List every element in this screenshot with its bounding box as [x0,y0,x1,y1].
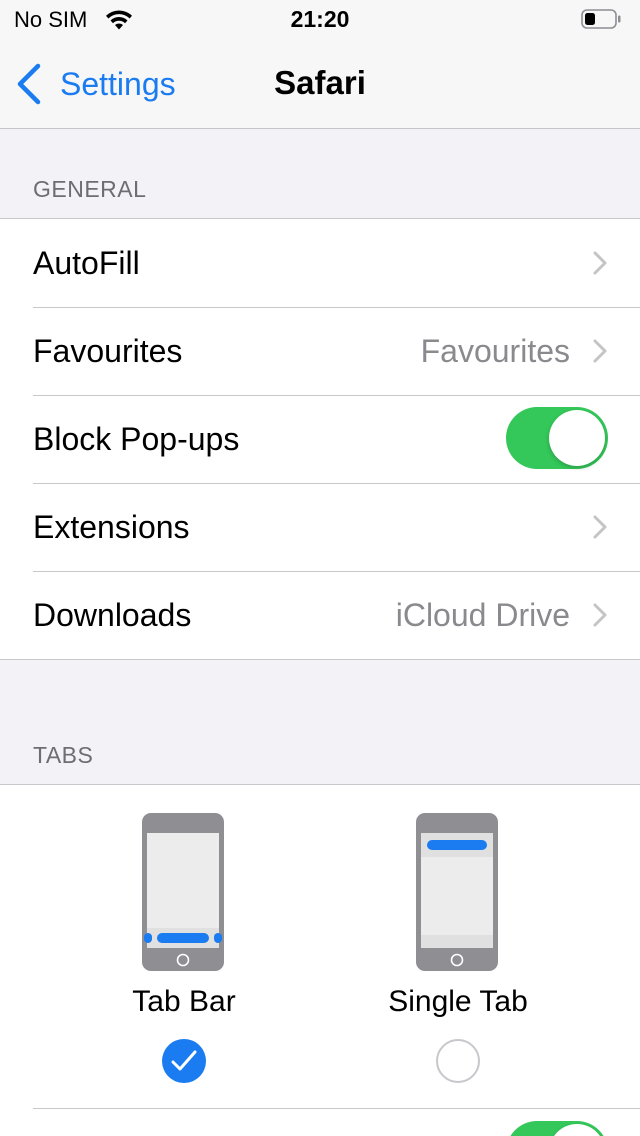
tabs-settings-group: Tab Bar Single Tab [0,784,640,1136]
single-tab-radio-unselected[interactable] [436,1039,480,1083]
tab-option-single-tab[interactable]: Single Tab [358,813,558,1083]
tab-bar-radio-selected[interactable] [162,1039,206,1083]
battery-icon [581,9,621,29]
row-label: AutoFill [33,245,140,281]
row-label: Favourites [33,333,183,369]
navigation-bar: Settings Safari [0,40,640,129]
phone-single-tab-icon [416,813,498,971]
row-value: iCloud Drive [395,597,570,633]
row-autofill[interactable]: AutoFill [0,219,640,307]
safari-settings-screen: No SIM 21:20 Settings Safari GENERAL Aut… [0,0,640,1136]
row-label: Downloads [33,597,192,633]
phone-tab-bar-icon [142,813,224,971]
row-label: Extensions [33,509,190,545]
tab-option-label: Tab Bar [132,985,236,1018]
row-block-popups: Block Pop-ups [0,395,640,483]
chevron-right-icon [593,603,607,627]
row-favourites[interactable]: Favourites Favourites [0,307,640,395]
chevron-right-icon [593,515,607,539]
tab-option-label: Single Tab [388,985,528,1018]
status-time: 21:20 [290,6,350,32]
row-value: Favourites [420,333,570,369]
row-extensions[interactable]: Extensions [0,483,640,571]
general-settings-group: AutoFill Favourites Favourites Block Pop… [0,218,640,660]
row-label: Block Pop-ups [33,421,240,457]
section-header-tabs: TABS [33,742,94,768]
chevron-right-icon [593,339,607,363]
tab-option-tab-bar[interactable]: Tab Bar [84,813,284,1083]
toggle-knob [549,1124,605,1136]
next-setting-toggle[interactable] [506,1121,608,1136]
page-title: Safari [274,64,366,101]
row-divider [33,1108,640,1109]
status-bar: No SIM 21:20 [0,0,640,40]
checkmark-icon [171,1050,197,1071]
section-header-general: GENERAL [33,176,147,202]
toggle-knob [549,410,605,466]
block-popups-toggle[interactable] [506,407,608,469]
row-downloads[interactable]: Downloads iCloud Drive [0,571,640,659]
chevron-right-icon [593,251,607,275]
